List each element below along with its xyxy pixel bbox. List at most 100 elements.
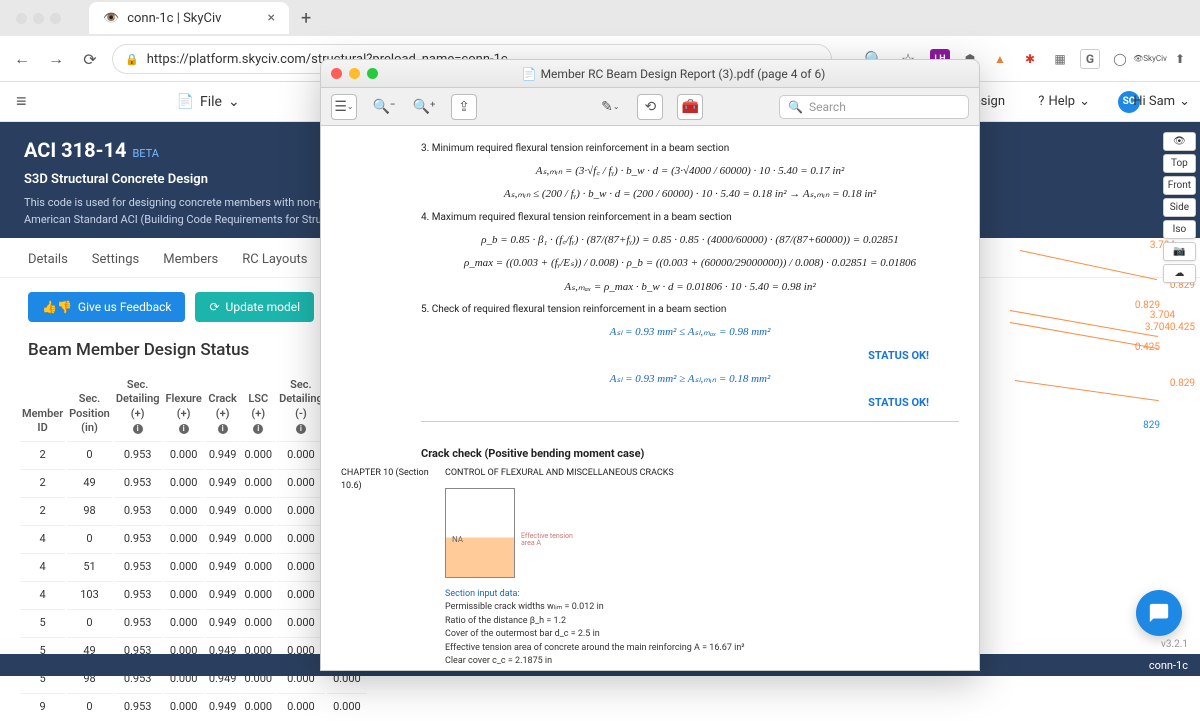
user-greeting[interactable]: Hi Sam ⌄ [1133,94,1190,109]
table-cell: 0.000 [164,525,204,551]
pdf-formula: ρ_max = ((0.003 + (fᵧ/Eₛ)) / 0.008) · ρ_… [421,256,959,271]
table-cell: 0.000 [164,693,204,719]
table-cell: 2 [20,469,65,495]
sec-input: Clear cover c_c = 2.1875 in [445,655,959,668]
pdf-max[interactable] [367,68,378,79]
new-tab-button[interactable]: + [301,8,311,29]
view-front[interactable]: Front [1163,176,1196,195]
table-cell: 0.000 [241,553,275,579]
table-header: Sec.Detailing(-)i [277,374,325,439]
traffic-close[interactable] [16,13,27,24]
table-cell: 0.953 [114,469,162,495]
pdf-search-input[interactable]: 🔍 Search [779,95,969,119]
design-tab[interactable]: Details [28,252,68,267]
back-button[interactable]: ← [10,47,34,71]
table-cell: 0 [67,525,112,551]
traffic-max[interactable] [50,13,61,24]
help-menu[interactable]: ? Help ⌄ [1038,94,1090,109]
share-icon[interactable]: ⇪ [451,94,477,120]
pdf-traffic-lights [331,68,378,79]
extension-icon[interactable]: ▦ [1050,49,1070,69]
search-placeholder: Search [809,100,846,114]
hamburger-icon[interactable]: ≡ [16,91,27,112]
extension-icon[interactable]: ▲ [990,49,1010,69]
update-label: Update model [226,300,301,314]
chevron-down-icon: ⌄ [228,94,240,110]
browser-tab[interactable]: 👁️ conn-1c | SkyCiv × [89,2,289,34]
lock-icon: 🔒 [125,53,139,66]
zoom-out-icon[interactable]: 🔍⁻ [371,94,397,120]
chevron-down-icon: ⌄ [1079,94,1090,109]
table-row[interactable]: 2490.9530.0000.9490.0000.0000.000 [20,469,367,495]
extension-icon[interactable]: ◯ [1110,49,1130,69]
table-cell: 0.953 [114,581,162,607]
table-cell: 0.000 [164,609,204,635]
pdf-body[interactable]: 3. Minimum required flexural tension rei… [321,126,979,670]
table-row[interactable]: 4510.9530.0000.9490.0000.0000.000 [20,553,367,579]
extension-icon[interactable]: ✱ [1020,49,1040,69]
table-cell: 0.000 [277,469,325,495]
pdf-titlebar[interactable]: 📄 Member RC Beam Design Report (3).pdf (… [321,60,979,88]
table-header: Sec.Position(in) [67,374,112,439]
table-cell: 103 [67,581,112,607]
chat-button[interactable] [1136,590,1182,636]
tab-close-icon[interactable]: × [268,10,275,26]
extension-g[interactable]: G [1080,49,1100,69]
table-cell: 0.000 [241,441,275,467]
table-cell: 0.000 [277,525,325,551]
chevron-down-icon: ⌄ [1179,94,1190,109]
pdf-close[interactable] [331,68,342,79]
rotate-icon[interactable]: ⟲ [637,94,663,120]
table-row[interactable]: 900.9530.0000.9490.0000.0000.000 [20,693,367,719]
eff-label: Effective tension area A [521,533,581,548]
beta-badge: BETA [132,147,159,160]
table-cell: 0 [67,609,112,635]
traffic-min[interactable] [33,13,44,24]
feedback-button[interactable]: 👍👎 Give us Feedback [28,292,185,322]
sidebar-toggle[interactable]: ☰⌄ [331,94,357,120]
camera-icon[interactable]: 📷 [1163,242,1196,261]
eye-toggle[interactable]: 👁 [1163,132,1196,151]
table-cell: 0.949 [206,581,240,607]
design-tab[interactable]: RC Layouts [242,252,307,267]
sec-input-head: Section input data: [445,589,520,599]
view-top[interactable]: Top [1163,154,1196,173]
table-row[interactable]: 2980.9530.0000.9490.0000.0000.000 [20,497,367,523]
pdf-title: 📄 Member RC Beam Design Report (3).pdf (… [378,67,969,81]
markup-icon[interactable]: 🧰 [677,94,703,120]
table-row[interactable]: 400.9530.0000.9490.0000.0000.000 [20,525,367,551]
table-row[interactable]: 500.9530.0000.9490.0000.0000.000 [20,609,367,635]
zoom-in-icon[interactable]: 🔍⁺ [411,94,437,120]
design-tab[interactable]: Settings [92,252,139,267]
table-cell: 0.949 [206,693,240,719]
reload-button[interactable]: ⟳ [78,47,102,71]
view-side[interactable]: Side [1163,198,1196,217]
extension-icon[interactable]: ⬆ [1170,49,1190,69]
table-cell: 4 [20,525,65,551]
file-menu[interactable]: 📄 File ⌄ [177,94,240,110]
table-cell: 0 [67,441,112,467]
table-cell: 0.000 [164,497,204,523]
forward-button[interactable]: → [44,47,68,71]
table-row[interactable]: 41030.9530.0000.9490.0000.0000.000 [20,581,367,607]
view-iso[interactable]: Iso [1163,220,1196,239]
sec-input: Ratio of the distance β_h = 1.2 [445,615,959,628]
tab-favicon: 👁️ [103,11,119,26]
design-tab[interactable]: Members [163,252,218,267]
table-cell: 0.949 [206,441,240,467]
cloud-icon[interactable]: ☁ [1163,264,1196,283]
extension-skyciv[interactable]: 👁SkyCiv [1140,49,1160,69]
feedback-label: Give us Feedback [78,300,172,314]
pdf-formula: Aₛₗ = 0.93 mm² ≥ Aₛₗ,ₘᵢₙ = 0.18 mm² [421,372,959,387]
pdf-formula: ρ_b = 0.85 · β₁ · (f꜀/fᵧ) · (87/(87+fᵧ))… [421,233,959,248]
table-cell: 0.000 [327,693,367,719]
highlight-icon[interactable]: ✎⌄ [597,94,623,120]
table-cell: 98 [67,497,112,523]
pdf-min[interactable] [349,68,360,79]
table-row[interactable]: 200.9530.0000.9490.0000.0000.000 [20,441,367,467]
update-model-button[interactable]: ⟳ Update model [195,292,314,322]
sec-input: Permissible crack widths wₗᵢₘ = 0.012 in [445,601,959,614]
pdf-preview-window[interactable]: 📄 Member RC Beam Design Report (3).pdf (… [320,59,980,671]
pdf-formula: Aₛ,ₘᵢₙ = (3·√f꜀ / fᵧ) · b_w · d = (3·√40… [421,164,959,179]
table-cell: 49 [67,469,112,495]
